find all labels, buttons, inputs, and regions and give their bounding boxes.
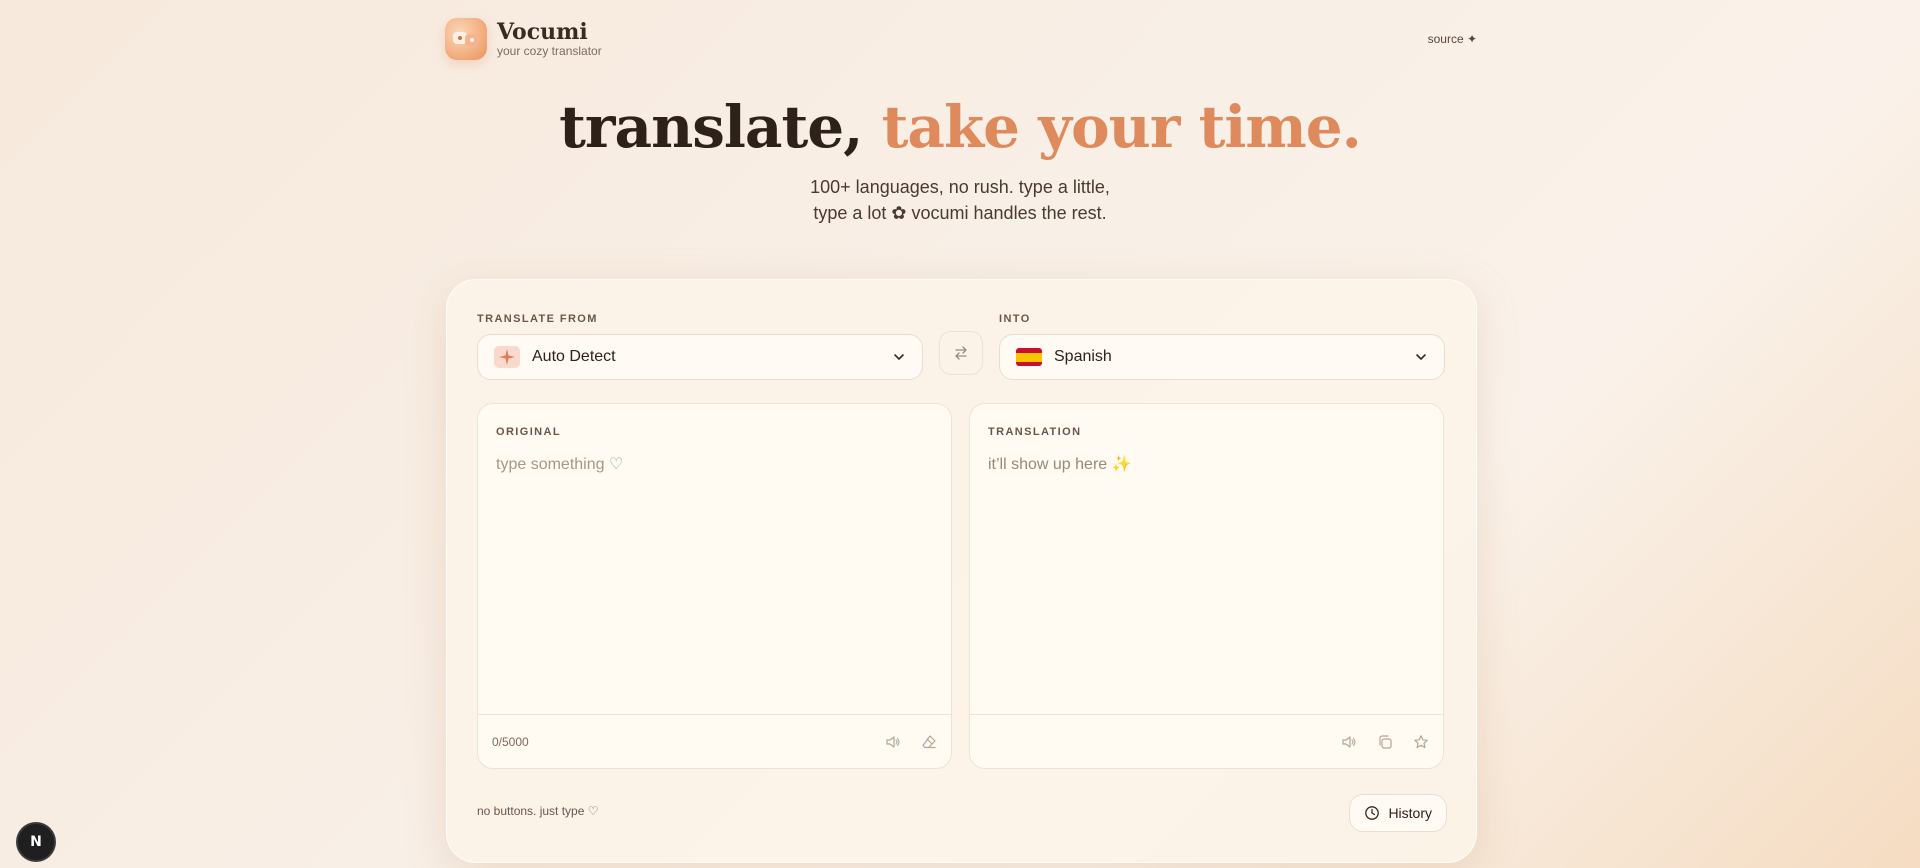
sparkle-icon [494, 346, 520, 368]
into-language-value: Spanish [1054, 348, 1112, 365]
hero-subtitle-line1: 100+ languages, no rush. type a little, [810, 177, 1110, 197]
swap-icon [955, 346, 967, 360]
history-label: History [1388, 805, 1432, 821]
app-name: Vocumi [497, 19, 588, 45]
swap-languages-button[interactable] [939, 331, 983, 375]
translation-panel: TRANSLATION it’ll show up here ✨ [969, 403, 1444, 769]
n-badge[interactable]: N [18, 824, 54, 860]
source-link[interactable]: source ✦ [1428, 32, 1477, 46]
into-language-select[interactable]: Spanish [999, 334, 1445, 380]
translation-footer [970, 714, 1443, 768]
eraser-icon[interactable] [921, 734, 937, 750]
header: Vocumi your cozy translator source ✦ [445, 14, 1477, 64]
chevron-down-icon [1416, 354, 1426, 360]
brand[interactable]: Vocumi your cozy translator [445, 18, 602, 60]
original-footer: 0/5000 [478, 714, 951, 768]
speaker-icon[interactable] [1341, 734, 1357, 750]
hero-title-accent: take your time. [881, 93, 1362, 161]
hero-subtitle: 100+ languages, no rush. type a little, … [0, 174, 1920, 226]
app-tagline: your cozy translator [497, 44, 602, 58]
original-input[interactable] [496, 454, 936, 704]
spain-flag-icon [1016, 348, 1042, 366]
hero: translate, take your time. 100+ language… [0, 92, 1920, 226]
translator-card: TRANSLATE FROM INTO Auto Detect Spanish … [446, 279, 1477, 863]
speaker-icon[interactable] [885, 734, 901, 750]
from-language-select[interactable]: Auto Detect [477, 334, 923, 380]
translation-label: TRANSLATION [988, 426, 1082, 438]
history-button[interactable]: History [1349, 794, 1447, 832]
footer-note: no buttons. just type ♡ [477, 804, 599, 818]
copy-icon[interactable] [1377, 734, 1393, 750]
original-panel: ORIGINAL 0/5000 [477, 403, 952, 769]
hero-subtitle-line2: type a lot ✿ vocumi handles the rest. [813, 203, 1107, 223]
hero-title-main: translate, [559, 93, 863, 161]
chevron-down-icon [894, 354, 904, 360]
star-icon[interactable] [1413, 734, 1429, 750]
hero-title: translate, take your time. [0, 92, 1920, 162]
char-counter: 0/5000 [492, 734, 529, 749]
vocumi-logo-icon [445, 18, 487, 60]
translation-output: it’ll show up here ✨ [988, 456, 1132, 473]
from-language-value: Auto Detect [532, 348, 616, 365]
into-label: INTO [999, 313, 1031, 325]
original-label: ORIGINAL [496, 426, 561, 438]
clock-icon [1365, 806, 1380, 820]
from-label: TRANSLATE FROM [477, 313, 598, 325]
